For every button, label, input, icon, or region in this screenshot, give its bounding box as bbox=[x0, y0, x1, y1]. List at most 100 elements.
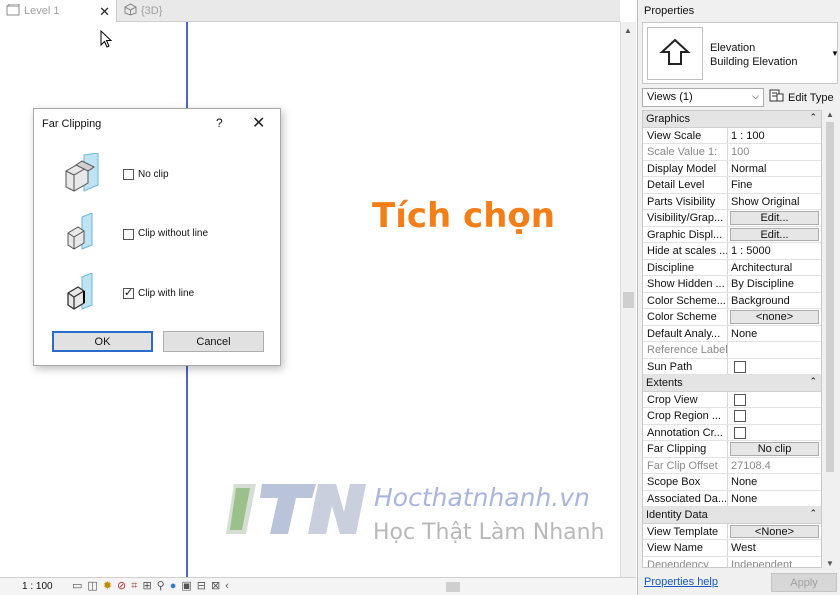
row-far-clip-offset: Far Clip Offset 27108.4 bbox=[643, 457, 821, 474]
prop-value: West bbox=[731, 542, 756, 554]
color-scheme-button[interactable]: <none> bbox=[730, 310, 819, 324]
shadows-icon[interactable]: ⊘ bbox=[117, 580, 126, 593]
tab-3d[interactable]: {3D} bbox=[118, 0, 178, 22]
analytical-model-icon[interactable]: ⊟ bbox=[197, 580, 206, 593]
crop-region-checkbox[interactable] bbox=[734, 410, 746, 422]
hscroll-thumb[interactable] bbox=[446, 582, 460, 592]
prop-value: 100 bbox=[731, 146, 750, 158]
instance-filter-select[interactable]: Views (1) ⌵ bbox=[642, 88, 764, 107]
row-color-scheme-location[interactable]: Color Scheme... Background bbox=[643, 292, 821, 309]
row-view-scale[interactable]: View Scale 1 : 100 bbox=[643, 127, 821, 144]
clip-with-line-illustration-icon bbox=[67, 273, 93, 310]
row-associated-datum[interactable]: Associated Da... None bbox=[643, 490, 821, 507]
group-extents[interactable]: Extents ⌃ bbox=[643, 375, 821, 392]
floor-plan-icon bbox=[6, 3, 20, 19]
prop-key: Visibility/Grap... bbox=[643, 210, 728, 226]
properties-grid: Graphics ⌃ View Scale 1 : 100 Scale Value … bbox=[642, 110, 822, 568]
edit-button[interactable]: Edit... bbox=[730, 227, 819, 241]
row-sun-path: Sun Path bbox=[643, 358, 821, 375]
view-template-button[interactable]: <None> bbox=[730, 524, 819, 538]
clip-with-line-label: Clip with line bbox=[138, 288, 195, 299]
view-tab-bar: Level 1 ✕ {3D} bbox=[0, 0, 620, 22]
collapse-icon[interactable]: ⌃ bbox=[809, 508, 817, 519]
visual-style-icon[interactable]: ◫ bbox=[87, 580, 97, 593]
close-icon[interactable]: ✕ bbox=[99, 5, 110, 18]
row-display-model[interactable]: Display Model Normal bbox=[643, 160, 821, 177]
far-clipping-button[interactable]: No clip bbox=[730, 442, 819, 456]
dialog-close-icon[interactable]: ✕ bbox=[252, 113, 265, 133]
row-view-template: View Template <None> bbox=[643, 523, 821, 540]
row-view-name[interactable]: View Name West bbox=[643, 540, 821, 557]
crop-view-icon[interactable]: ⌗ bbox=[131, 580, 137, 593]
elevation-icon bbox=[647, 27, 703, 80]
prop-value: Background bbox=[731, 294, 790, 307]
crop-view-checkbox[interactable] bbox=[734, 393, 746, 406]
collapse-icon[interactable]: ⌃ bbox=[809, 376, 817, 387]
help-button[interactable]: ? bbox=[216, 116, 223, 130]
collapse-icon[interactable]: ⌃ bbox=[809, 112, 817, 123]
clip-without-line-checkbox[interactable] bbox=[123, 229, 134, 240]
scroll-up-icon[interactable]: ▲ bbox=[624, 26, 632, 35]
ok-button[interactable]: OK bbox=[52, 331, 153, 352]
prop-key: Detail Level bbox=[643, 177, 728, 193]
prop-key: View Name bbox=[643, 540, 728, 556]
cancel-button[interactable]: Cancel bbox=[163, 331, 264, 352]
prop-value: By Discipline bbox=[731, 278, 794, 290]
prop-key: Display Model bbox=[643, 160, 728, 176]
view-scale-control[interactable]: 1 : 100 bbox=[22, 581, 53, 592]
row-scope-box[interactable]: Scope Box None bbox=[643, 474, 821, 491]
row-default-analysis[interactable]: Default Analy... None bbox=[643, 325, 821, 342]
apply-button[interactable]: Apply bbox=[771, 573, 837, 592]
far-clipping-dialog: Far Clipping ? ✕ No clip Clip without li… bbox=[33, 108, 281, 366]
highlight-displacement-icon[interactable]: ⊠ bbox=[211, 580, 220, 593]
prop-key: Far Clipping bbox=[643, 441, 728, 457]
sun-path-icon[interactable]: ✹ bbox=[103, 580, 112, 593]
row-hide-at-scales[interactable]: Hide at scales ... 1 : 5000 bbox=[643, 243, 821, 260]
properties-scrollbar[interactable]: ▲ ▼ bbox=[823, 110, 837, 568]
prop-key: Scope Box bbox=[643, 474, 728, 490]
canvas-vertical-scrollbar[interactable]: ▲ bbox=[620, 22, 636, 577]
option-clip-without-line: Clip without line bbox=[62, 213, 272, 259]
clip-with-line-checkbox[interactable] bbox=[123, 286, 134, 299]
chevron-down-icon[interactable]: ▼ bbox=[831, 49, 839, 58]
worksharing-icon[interactable]: ▣ bbox=[181, 580, 191, 593]
no-clip-checkbox[interactable] bbox=[123, 169, 134, 180]
scroll-down-icon[interactable]: ▼ bbox=[826, 559, 834, 568]
properties-help-link[interactable]: Properties help bbox=[644, 576, 718, 588]
dialog-title: Far Clipping bbox=[42, 118, 102, 130]
row-show-hidden-lines[interactable]: Show Hidden ... By Discipline bbox=[643, 276, 821, 293]
prop-value: None bbox=[731, 492, 758, 505]
prop-key: View Scale bbox=[643, 127, 728, 143]
row-discipline[interactable]: Discipline Architectural bbox=[643, 259, 821, 276]
sun-path-checkbox[interactable] bbox=[734, 360, 746, 373]
properties-scroll-thumb[interactable] bbox=[826, 122, 834, 472]
properties-title: Properties bbox=[644, 5, 695, 17]
detail-level-icon[interactable]: ▭ bbox=[72, 580, 82, 593]
revit-window: Level 1 ✕ {3D} Tích chọn Hocthatnhanh.vn… bbox=[0, 0, 840, 595]
prop-key: Graphic Displ... bbox=[643, 226, 728, 242]
row-parts-visibility[interactable]: Parts Visibility Show Original bbox=[643, 193, 821, 210]
type-family: Elevation bbox=[710, 42, 756, 54]
type-name: Building Elevation bbox=[710, 56, 798, 68]
mouse-cursor-icon bbox=[100, 29, 113, 51]
temp-hide-icon[interactable]: ⚲ bbox=[157, 580, 165, 593]
htn-logo bbox=[226, 478, 366, 543]
edit-button[interactable]: Edit... bbox=[730, 211, 819, 225]
prop-key: Color Scheme bbox=[643, 309, 728, 325]
canvas-horizontal-scrollbar[interactable] bbox=[296, 580, 620, 593]
prop-value: Architectural bbox=[731, 261, 793, 274]
group-graphics-label: Graphics bbox=[646, 112, 691, 125]
row-detail-level[interactable]: Detail Level Fine bbox=[643, 177, 821, 194]
type-selector[interactable]: Elevation Building Elevation ▼ bbox=[642, 22, 839, 84]
show-crop-icon[interactable]: ⊞ bbox=[142, 580, 151, 593]
chevron-left-icon[interactable]: ‹ bbox=[225, 580, 229, 593]
reveal-hidden-icon[interactable]: ● bbox=[170, 580, 177, 593]
prop-key: Parts Visibility bbox=[643, 193, 728, 209]
edit-type-button[interactable]: Edit Type bbox=[769, 88, 834, 107]
group-graphics[interactable]: Graphics ⌃ bbox=[643, 111, 821, 128]
scroll-thumb[interactable] bbox=[623, 292, 634, 308]
group-identity-data[interactable]: Identity Data ⌃ bbox=[643, 507, 821, 524]
tab-level-1[interactable]: Level 1 ✕ bbox=[0, 0, 117, 22]
scroll-up-icon[interactable]: ▲ bbox=[826, 110, 834, 119]
annotation-crop-checkbox[interactable] bbox=[734, 426, 746, 439]
